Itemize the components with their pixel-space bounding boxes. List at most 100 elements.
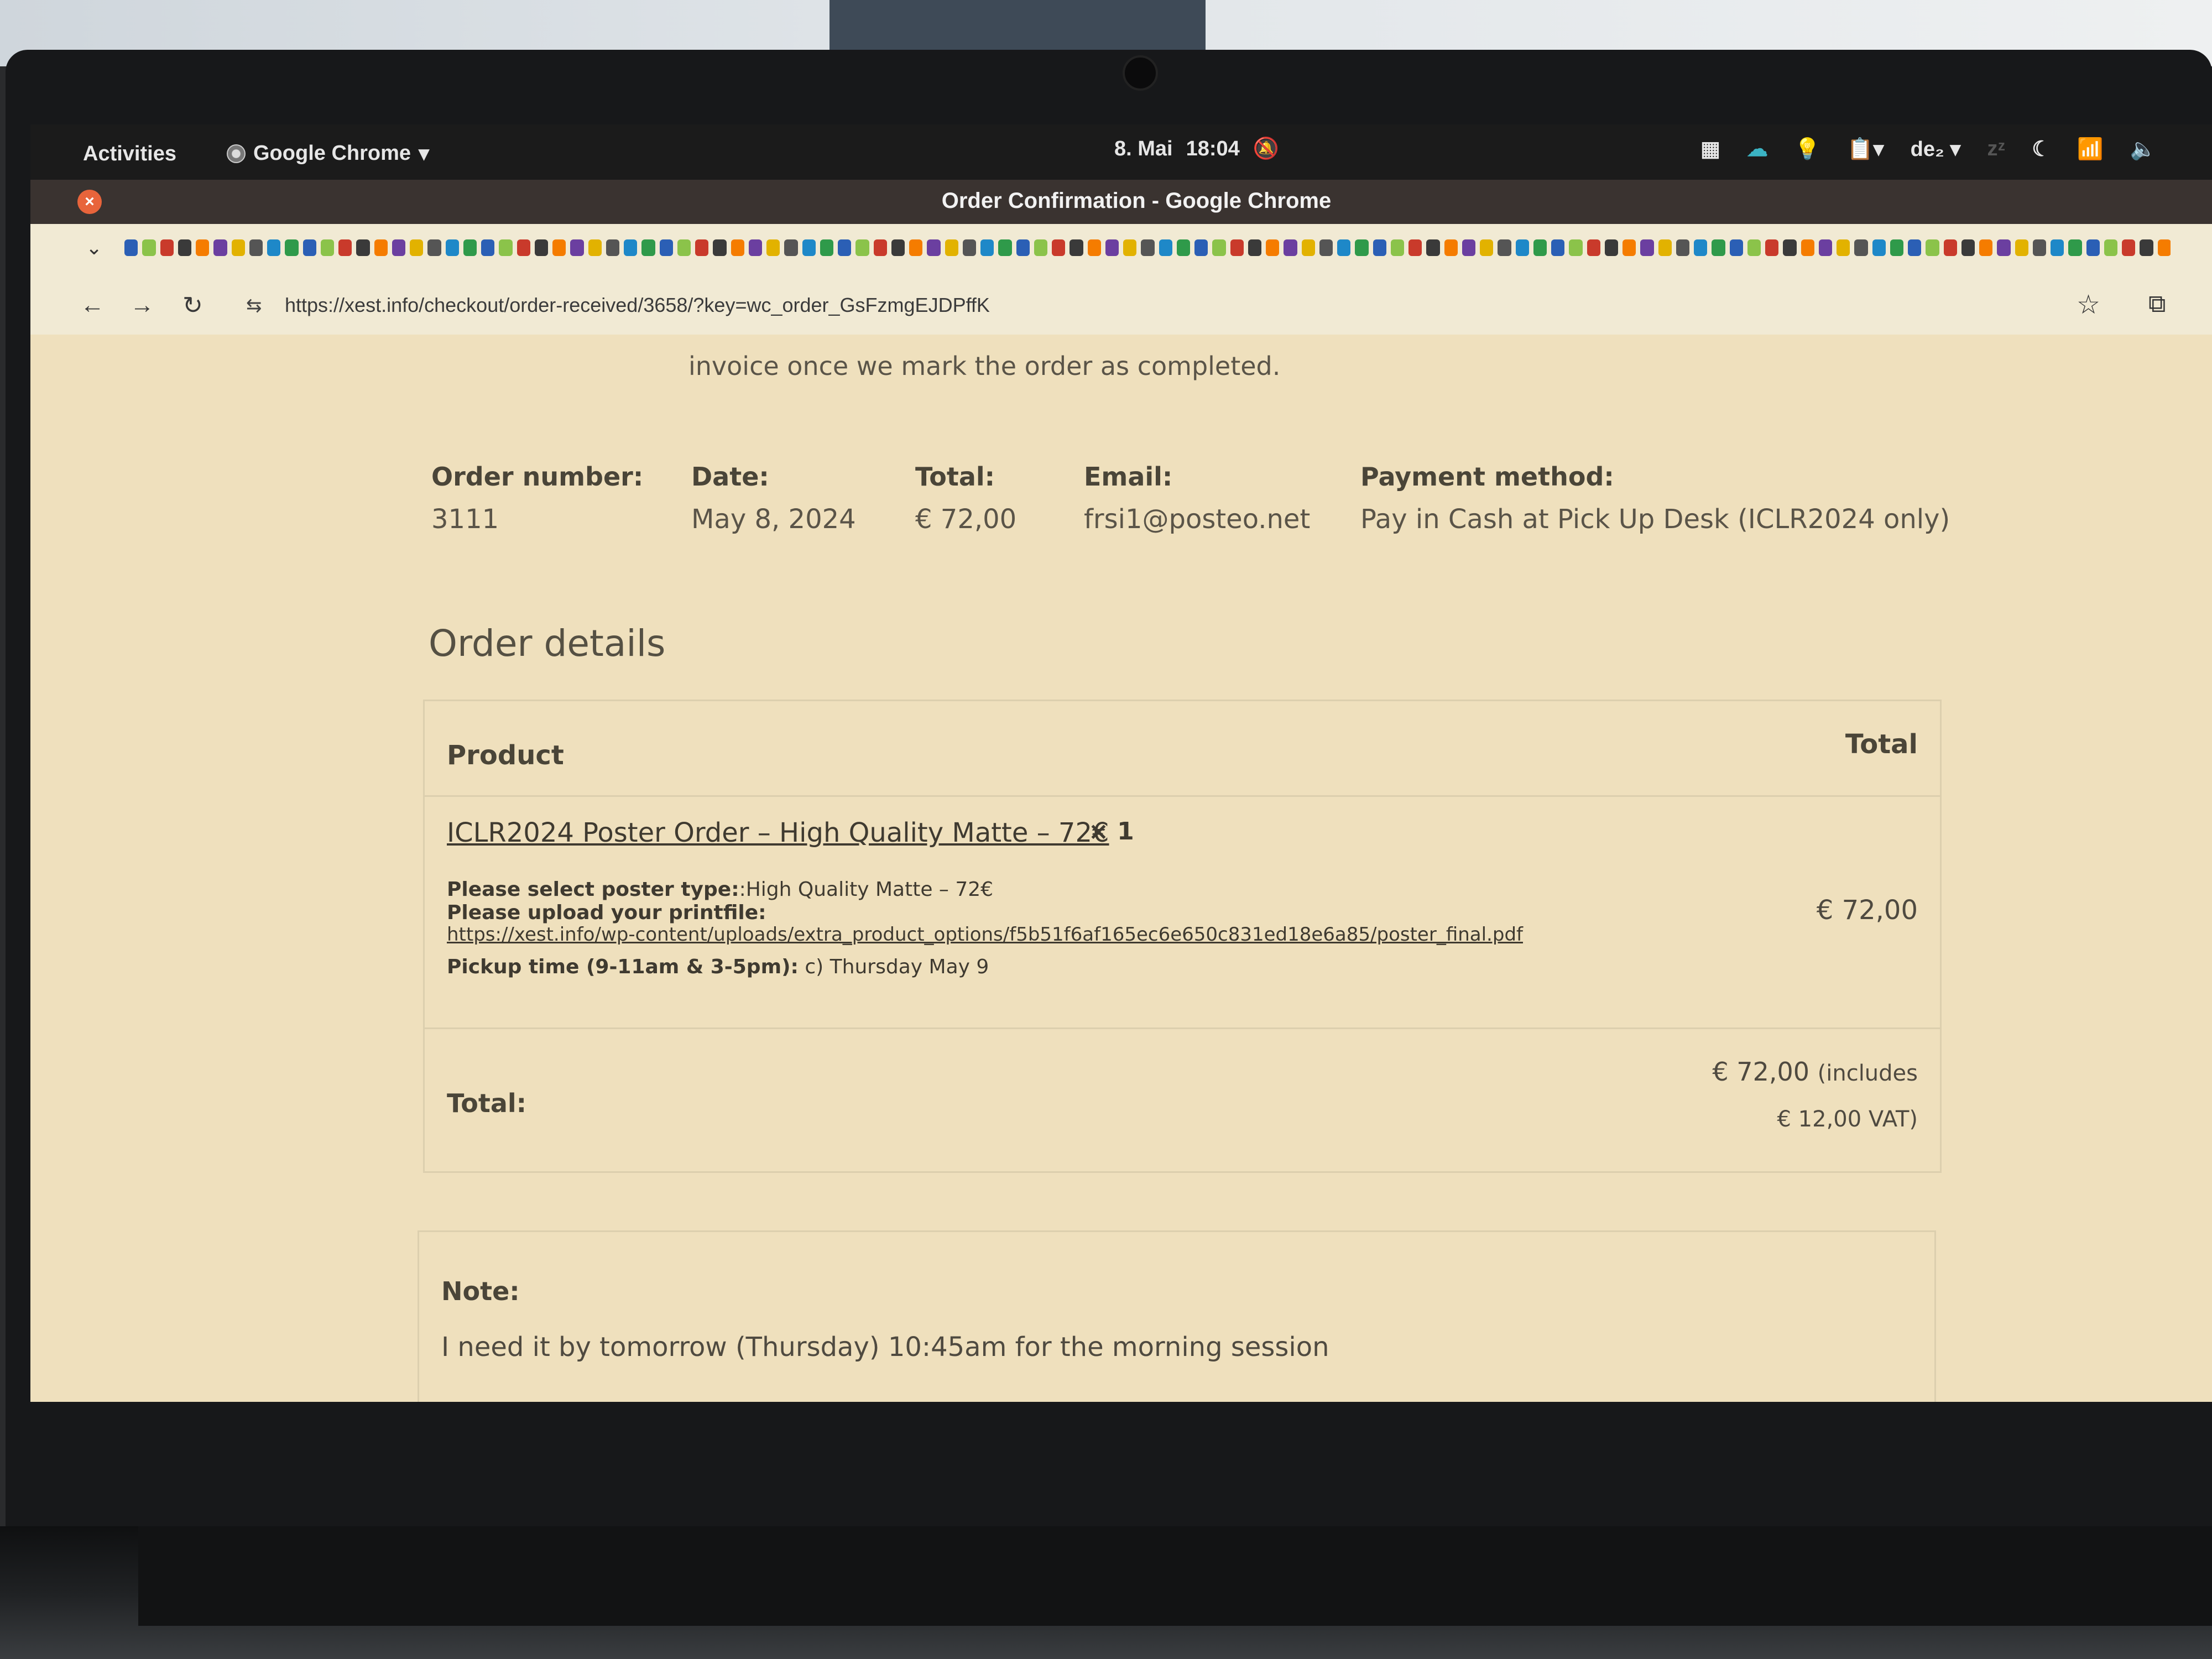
bookmark-favicon-icon[interactable] [1355,239,1369,256]
bookmark-favicon-icon[interactable] [677,239,691,256]
sleep-icon[interactable]: zᶻ [1987,137,2006,161]
clipboard-icon[interactable]: 📋▾ [1847,137,1884,161]
activities-button[interactable]: Activities [83,142,176,166]
bookmark-favicon-icon[interactable] [1212,239,1226,256]
bookmark-favicon-icon[interactable] [1604,239,1618,256]
bookmark-favicon-icon[interactable] [1087,239,1101,256]
bookmark-favicon-icon[interactable] [124,239,138,256]
bookmark-favicon-icon[interactable] [641,239,655,256]
bookmark-favicon-icon[interactable] [1498,239,1511,256]
bookmark-favicon-icon[interactable] [392,239,405,256]
bookmark-favicons[interactable] [124,239,2171,258]
bookmark-favicon-icon[interactable] [1872,239,1886,256]
bookmark-favicon-icon[interactable] [196,239,210,256]
bookmark-favicon-icon[interactable] [784,239,798,256]
bookmark-favicon-icon[interactable] [1551,239,1565,256]
bookmark-favicon-icon[interactable] [285,239,299,256]
bookmark-favicon-icon[interactable] [1569,239,1583,256]
bookmark-favicon-icon[interactable] [659,239,673,256]
chevron-down-icon[interactable]: ⌄ [86,236,102,259]
bookmark-favicon-icon[interactable] [1319,239,1333,256]
bookmark-favicon-icon[interactable] [552,239,566,256]
bookmark-favicon-icon[interactable] [2086,239,2100,256]
bookmark-favicon-icon[interactable] [1248,239,1261,256]
bookmark-favicon-icon[interactable] [1783,239,1797,256]
bookmark-favicon-icon[interactable] [1694,239,1708,256]
bookmark-star-icon[interactable]: ☆ [2077,289,2100,320]
bookmark-favicon-icon[interactable] [1747,239,1761,256]
bookmark-favicon-icon[interactable] [570,239,584,256]
reload-icon[interactable]: ↻ [182,291,203,320]
bookmark-favicon-icon[interactable] [731,239,744,256]
bookmark-favicon-icon[interactable] [1016,239,1030,256]
bookmark-favicon-icon[interactable] [178,239,191,256]
bookmark-favicon-icon[interactable] [1658,239,1672,256]
bookmark-favicon-icon[interactable] [1801,239,1814,256]
bookmark-favicon-icon[interactable] [1837,239,1850,256]
bookmark-favicon-icon[interactable] [1426,239,1440,256]
site-info-icon[interactable]: ⇆ [246,295,262,317]
bookmark-favicon-icon[interactable] [1587,239,1600,256]
bookmark-favicon-icon[interactable] [445,239,459,256]
bookmark-favicon-icon[interactable] [2051,239,2064,256]
input-source[interactable]: de₂ ▾ [1911,137,1961,161]
bookmark-favicon-icon[interactable] [1818,239,1832,256]
product-link[interactable]: ICLR2024 Poster Order – High Quality Mat… [447,817,1109,848]
bookmark-favicon-icon[interactable] [1729,239,1743,256]
bookmark-favicon-icon[interactable] [820,239,833,256]
bookmark-favicon-icon[interactable] [1854,239,1868,256]
bookmark-favicon-icon[interactable] [1390,239,1404,256]
bookmark-favicon-icon[interactable] [1979,239,1993,256]
bookmark-favicon-icon[interactable] [1194,239,1208,256]
bookmark-favicon-icon[interactable] [1034,239,1047,256]
bookmark-favicon-icon[interactable] [1070,239,1083,256]
bookmark-favicon-icon[interactable] [1676,239,1689,256]
bookmark-favicon-icon[interactable] [481,239,495,256]
bookmark-favicon-icon[interactable] [713,239,727,256]
bookmark-favicon-icon[interactable] [320,239,334,256]
bookmark-favicon-icon[interactable] [1301,239,1315,256]
bookmark-favicon-icon[interactable] [463,239,477,256]
bookmark-favicon-icon[interactable] [427,239,441,256]
bookmark-favicon-icon[interactable] [1230,239,1244,256]
volume-icon[interactable]: 🔈 [2130,137,2156,161]
bookmark-favicon-icon[interactable] [2140,239,2153,256]
bookmark-favicon-icon[interactable] [1408,239,1422,256]
bookmark-favicon-icon[interactable] [1337,239,1351,256]
bookmark-favicon-icon[interactable] [356,239,370,256]
bookmark-favicon-icon[interactable] [534,239,548,256]
bookmark-favicon-icon[interactable] [838,239,852,256]
bookmark-favicon-icon[interactable] [517,239,530,256]
bookmark-favicon-icon[interactable] [302,239,316,256]
bookmark-favicon-icon[interactable] [1943,239,1957,256]
forward-arrow-icon[interactable]: → [130,291,154,319]
bookmark-favicon-icon[interactable] [1997,239,2011,256]
bookmark-favicon-icon[interactable] [1159,239,1172,256]
extensions-icon[interactable]: ⧉ [2148,290,2166,318]
bookmark-favicon-icon[interactable] [249,239,263,256]
bookmark-favicon-icon[interactable] [1712,239,1725,256]
bookmark-favicon-icon[interactable] [1052,239,1066,256]
bookmark-favicon-icon[interactable] [1623,239,1636,256]
bookmark-favicon-icon[interactable] [1908,239,1922,256]
bookmark-favicon-icon[interactable] [1533,239,1547,256]
bookmark-favicon-icon[interactable] [1105,239,1119,256]
bookmark-favicon-icon[interactable] [499,239,513,256]
bookmark-favicon-icon[interactable] [606,239,619,256]
bookmark-favicon-icon[interactable] [766,239,780,256]
bookmark-favicon-icon[interactable] [927,239,941,256]
bookmark-favicon-icon[interactable] [891,239,905,256]
night-light-icon[interactable]: ☾ [2032,137,2051,161]
system-tray[interactable]: ▦ ☁ 💡 📋▾ de₂ ▾ zᶻ ☾ 📶 🔈 [1700,137,2156,161]
bookmark-favicon-icon[interactable] [624,239,638,256]
wifi-icon[interactable]: 📶 [2077,137,2103,161]
bookmark-favicon-icon[interactable] [142,239,156,256]
bookmark-favicon-icon[interactable] [1141,239,1155,256]
bookmark-favicon-icon[interactable] [695,239,709,256]
bookmark-favicon-icon[interactable] [1765,239,1779,256]
cloud-icon[interactable]: ☁ [1747,137,1768,161]
back-arrow-icon[interactable]: ← [80,291,105,319]
bookmark-favicon-icon[interactable] [2068,239,2082,256]
bookmark-favicon-icon[interactable] [909,239,923,256]
bookmark-favicon-icon[interactable] [410,239,424,256]
